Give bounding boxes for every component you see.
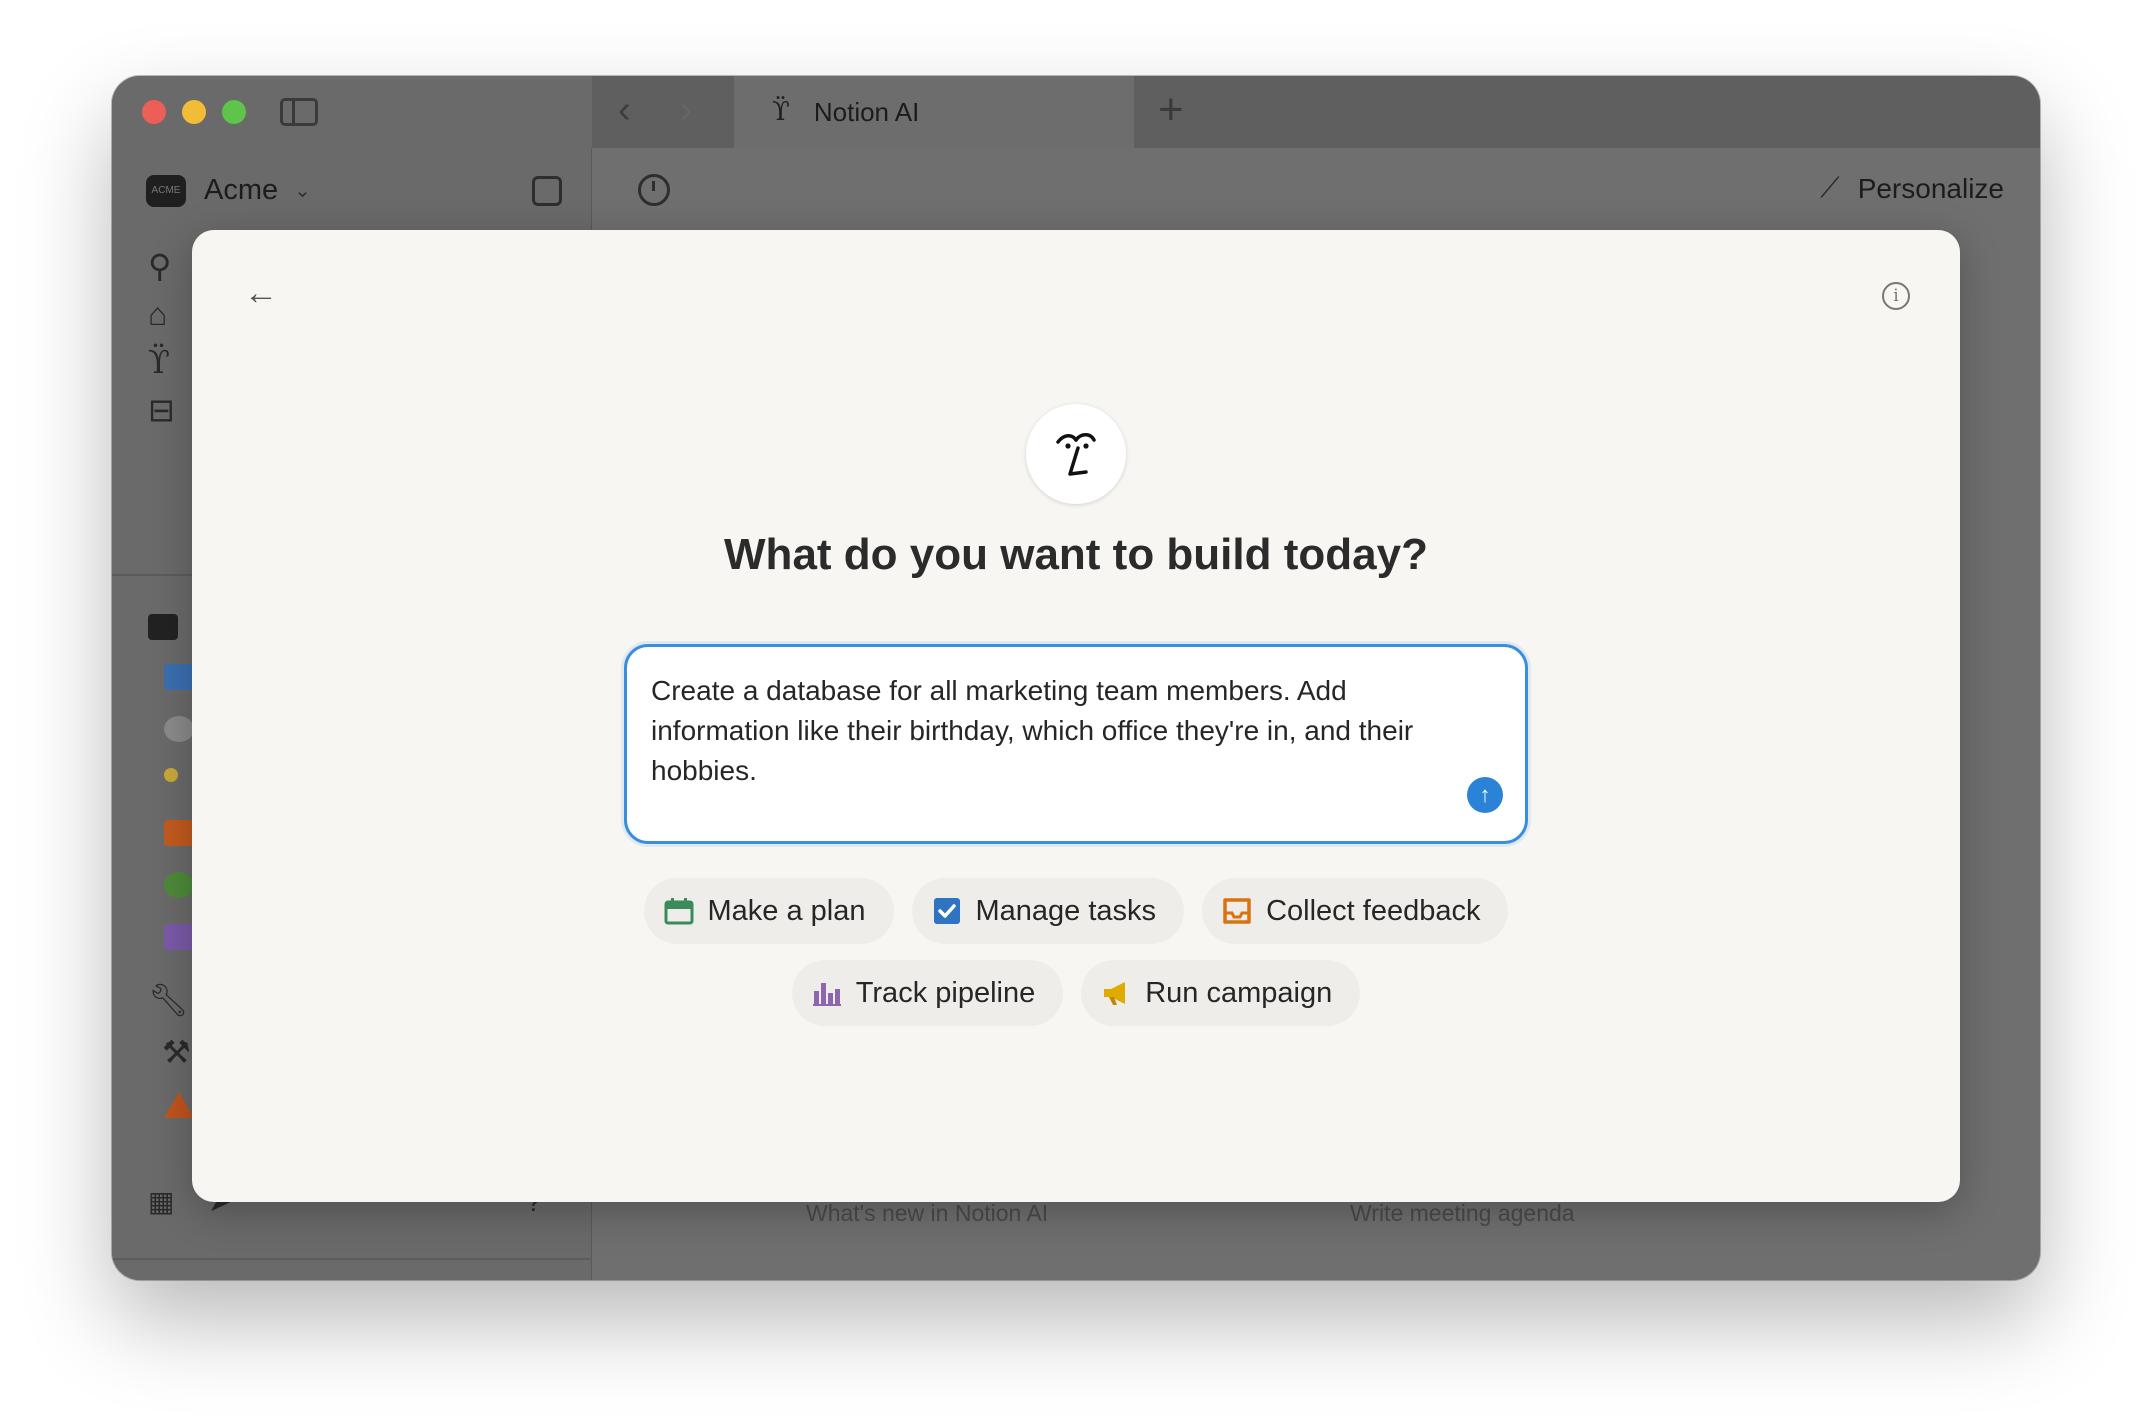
sparkle-icon[interactable] [164,768,178,782]
chip-label: Make a plan [707,894,866,927]
run-campaign-chip[interactable]: Run campaign [1081,960,1361,1026]
chip-label: Manage tasks [975,894,1157,927]
close-window-button[interactable] [142,100,166,124]
chip-label: Run campaign [1145,976,1333,1009]
suggestion-chips-row: Track pipeline Run campaign [192,960,1960,1026]
bar-chart-icon [812,978,842,1008]
sidebar-footer-divider [112,1258,592,1260]
briefcase-icon[interactable] [164,820,194,846]
maximize-window-button[interactable] [222,100,246,124]
new-tab-button[interactable]: + [1158,88,1184,132]
film-icon[interactable] [164,664,194,690]
notion-ai-face-icon: ϔ [772,97,790,127]
build-dialog: ← i What do you want to build today? Cre… [192,230,1960,1202]
minimize-window-button[interactable] [182,100,206,124]
chevron-down-icon: ⌄ [294,180,311,202]
new-page-icon[interactable] [532,176,562,206]
pen-icon: ⟋ [1820,172,1840,203]
notion-ai-avatar [1026,404,1126,504]
clapper-icon[interactable] [148,614,178,640]
notion-ai-face-icon [1056,433,1096,476]
back-arrow-icon[interactable]: ‹ [618,90,631,130]
search-icon[interactable]: ⚲ [148,248,171,284]
leaf-icon[interactable] [164,872,194,898]
calendar-icon [664,896,694,926]
background-card-label[interactable]: What's new in Notion AI [806,1200,1048,1227]
forward-arrow-icon[interactable]: › [680,90,693,130]
inbox-icon [1222,896,1252,926]
back-arrow-icon[interactable]: ← [244,276,278,310]
app-window: ‹ › ϔ Notion AI + ACME Acme ⌄ ⚲ ⌂ ϔ ⊟ 🔧︎… [112,76,2040,1280]
notion-ai-icon[interactable]: ϔ [148,344,170,380]
tab-title: Notion AI [813,96,920,127]
shell-icon[interactable] [164,716,194,742]
manage-tasks-chip[interactable]: Manage tasks [911,878,1185,944]
prompt-text[interactable]: Create a database for all marketing team… [651,671,1491,791]
tent-icon[interactable] [164,1092,194,1118]
personalize-label: Personalize [1857,172,2004,204]
personalize-button[interactable]: ⟋ Personalize [1820,172,2004,205]
clock-icon[interactable] [638,174,670,206]
dialog-title: What do you want to build today? [724,530,1428,579]
arrow-up-icon: ↑ [1479,782,1491,807]
send-button[interactable]: ↑ [1467,777,1503,813]
edit-icon[interactable] [164,924,194,950]
chip-label: Track pipeline [855,976,1036,1009]
calendar-icon[interactable]: ▦ [148,1184,174,1220]
make-a-plan-chip[interactable]: Make a plan [643,878,894,944]
chip-label: Collect feedback [1266,894,1481,927]
workspace-switcher[interactable]: ACME Acme ⌄ [146,174,311,207]
suggestion-chips-row: Make a plan Manage tasks Collect feedbac… [192,878,1960,944]
track-pipeline-chip[interactable]: Track pipeline [791,960,1064,1026]
sidebar-toggle-icon[interactable] [280,98,318,126]
inbox-icon[interactable]: ⊟ [148,392,175,428]
collect-feedback-chip[interactable]: Collect feedback [1202,878,1509,944]
megaphone-icon [1101,978,1131,1008]
prompt-input[interactable]: Create a database for all marketing team… [624,644,1528,844]
checkbox-icon [932,896,962,926]
workspace-name: Acme [204,174,279,206]
home-icon[interactable]: ⌂ [148,296,167,332]
tab-notion-ai[interactable]: ϔ Notion AI [734,76,1134,148]
background-card-label[interactable]: Write meeting agenda [1350,1200,1575,1227]
workspace-logo: ACME [146,174,186,207]
tools-icon[interactable]: ⚒ [162,1034,191,1070]
info-icon[interactable]: i [1882,282,1910,310]
wrench-icon[interactable]: 🔧︎ [148,982,189,1018]
